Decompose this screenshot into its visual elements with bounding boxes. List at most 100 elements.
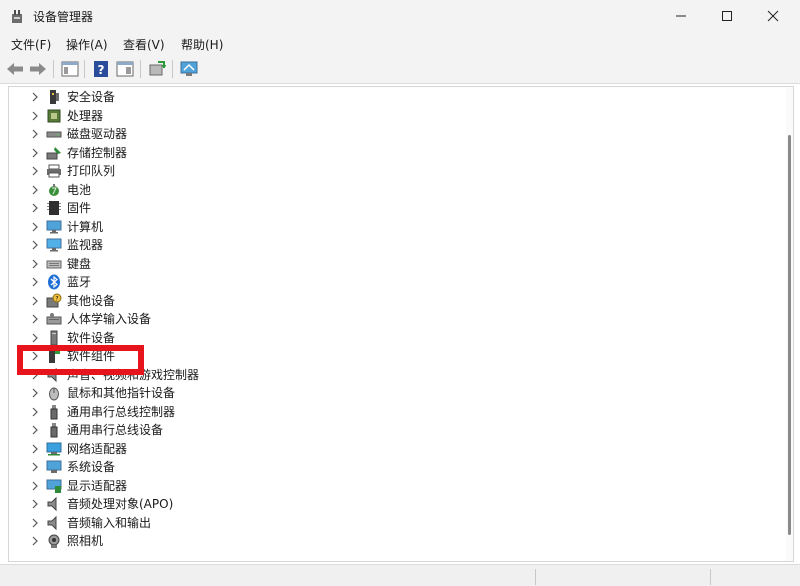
tree-node[interactable]: 监视器 bbox=[9, 236, 769, 254]
tree-node-label: 音频处理对象(APO) bbox=[67, 497, 174, 511]
highlight-annotation-box bbox=[17, 345, 144, 375]
tree-node[interactable]: 显示适配器 bbox=[9, 477, 769, 495]
scrollbar-thumb[interactable] bbox=[788, 135, 791, 535]
chevron-right-icon[interactable] bbox=[31, 499, 39, 509]
camera-icon bbox=[48, 534, 60, 548]
battery-icon bbox=[49, 183, 59, 196]
tree-node[interactable]: 蓝牙 bbox=[9, 273, 769, 291]
system-device-icon bbox=[46, 460, 62, 473]
chevron-right-icon[interactable] bbox=[31, 222, 39, 232]
chevron-right-icon[interactable] bbox=[31, 462, 39, 472]
tree-node[interactable]: 鼠标和其他指针设备 bbox=[9, 384, 769, 402]
chevron-right-icon[interactable] bbox=[31, 259, 39, 269]
menu-file[interactable]: 文件(F) bbox=[11, 36, 51, 53]
chevron-right-icon[interactable] bbox=[31, 148, 39, 158]
tree-node[interactable]: ? 其他设备 bbox=[9, 292, 769, 310]
usb-controller-icon bbox=[50, 404, 58, 419]
human-interface-icon bbox=[46, 313, 62, 325]
scan-hardware-button[interactable] bbox=[178, 58, 200, 80]
chevron-right-icon[interactable] bbox=[31, 111, 39, 121]
device-tree[interactable]: 安全设备处理器磁盘驱动器存储控制器打印队列电池固件 计算机 监视器键盘蓝牙? 其他设备… bbox=[8, 86, 794, 562]
tree-node[interactable]: 打印队列 bbox=[9, 162, 769, 180]
tree-node-label: 处理器 bbox=[67, 108, 104, 123]
tree-node-label: 人体学输入设备 bbox=[67, 312, 152, 326]
tree-node-label: 其他设备 bbox=[67, 293, 116, 308]
chevron-right-icon[interactable] bbox=[31, 185, 39, 195]
chevron-right-icon[interactable] bbox=[31, 92, 39, 102]
chevron-right-icon[interactable] bbox=[31, 536, 39, 546]
bluetooth-icon bbox=[48, 274, 60, 290]
display-adapter-icon bbox=[46, 479, 62, 493]
tree-node[interactable]: 固件 bbox=[9, 199, 769, 217]
vertical-scrollbar[interactable] bbox=[786, 87, 793, 561]
tree-node[interactable]: 通用串行总线设备 bbox=[9, 421, 769, 439]
svg-text:?: ? bbox=[98, 63, 105, 77]
close-button[interactable] bbox=[750, 0, 796, 32]
audio-io-icon bbox=[47, 515, 57, 530]
tree-node[interactable]: 网络适配器 bbox=[9, 440, 769, 458]
tree-node[interactable]: 音频输入和输出 bbox=[9, 514, 769, 532]
tree-node[interactable]: 音频处理对象(APO) bbox=[9, 495, 769, 513]
tree-node[interactable]: 照相机 bbox=[9, 532, 769, 550]
disk-drive-icon bbox=[46, 131, 62, 138]
maximize-icon bbox=[722, 11, 732, 21]
software-device-icon bbox=[50, 330, 58, 345]
tree-node[interactable]: 存储控制器 bbox=[9, 144, 769, 162]
tree-node-label: 电池 bbox=[67, 182, 92, 197]
tree-node[interactable]: 系统设备 bbox=[9, 458, 769, 476]
minimize-icon bbox=[676, 15, 686, 17]
chevron-right-icon[interactable] bbox=[31, 166, 39, 176]
properties-button[interactable] bbox=[59, 58, 81, 80]
tree-node-label: 键盘 bbox=[67, 256, 92, 271]
chevron-right-icon[interactable] bbox=[31, 407, 39, 417]
chevron-right-icon[interactable] bbox=[31, 314, 39, 324]
properties-panel-icon bbox=[61, 61, 79, 77]
tree-node[interactable]: 人体学输入设备 bbox=[9, 310, 769, 328]
chevron-right-icon[interactable] bbox=[31, 277, 39, 287]
tree-node-label: 磁盘驱动器 bbox=[67, 127, 128, 141]
chevron-right-icon[interactable] bbox=[31, 444, 39, 454]
status-separator bbox=[710, 569, 711, 585]
chevron-right-icon[interactable] bbox=[31, 388, 39, 398]
chevron-right-icon[interactable] bbox=[31, 481, 39, 491]
console-tree-button[interactable] bbox=[114, 58, 136, 80]
status-separator bbox=[535, 569, 536, 585]
tree-node[interactable]: 磁盘驱动器 bbox=[9, 125, 769, 143]
tree-node[interactable]: 键盘 bbox=[9, 255, 769, 273]
tree-node-label: 通用串行总线设备 bbox=[67, 423, 164, 437]
menu-view[interactable]: 查看(V) bbox=[123, 36, 165, 53]
tree-node[interactable]: 软件设备 bbox=[9, 329, 769, 347]
tree-node-label: 打印队列 bbox=[67, 164, 116, 178]
menu-action[interactable]: 操作(A) bbox=[66, 36, 108, 53]
forward-arrow-icon bbox=[30, 63, 46, 75]
tree-node[interactable]: 通用串行总线控制器 bbox=[9, 403, 769, 421]
menu-bar: 文件(F) 操作(A) 查看(V) 帮助(H) bbox=[0, 32, 800, 54]
chevron-right-icon[interactable] bbox=[31, 240, 39, 250]
chevron-right-icon[interactable] bbox=[31, 203, 39, 213]
svg-text:?: ? bbox=[55, 295, 58, 302]
tree-node[interactable]: 计算机 bbox=[9, 218, 769, 236]
chevron-right-icon[interactable] bbox=[31, 425, 39, 435]
help-button[interactable]: ? bbox=[90, 58, 112, 80]
toolbar: ? bbox=[0, 54, 800, 84]
back-button[interactable] bbox=[4, 58, 26, 80]
chevron-right-icon[interactable] bbox=[31, 296, 39, 306]
keyboard-icon bbox=[46, 260, 62, 268]
forward-button[interactable] bbox=[27, 58, 49, 80]
maximize-button[interactable] bbox=[704, 0, 750, 32]
tree-node-label: 安全设备 bbox=[67, 90, 116, 104]
tree-node[interactable]: 电池 bbox=[9, 181, 769, 199]
chevron-right-icon[interactable] bbox=[31, 129, 39, 139]
update-driver-icon bbox=[149, 61, 166, 76]
tree-node[interactable]: 处理器 bbox=[9, 107, 769, 125]
chevron-right-icon[interactable] bbox=[31, 333, 39, 343]
toolbar-separator bbox=[140, 60, 141, 78]
update-driver-button[interactable] bbox=[146, 58, 168, 80]
minimize-button[interactable] bbox=[658, 0, 704, 32]
tree-node[interactable]: 安全设备 bbox=[9, 88, 769, 106]
tree-node-label: 显示适配器 bbox=[67, 478, 128, 493]
processor-icon bbox=[47, 109, 61, 122]
menu-help[interactable]: 帮助(H) bbox=[181, 36, 223, 53]
firmware-icon bbox=[47, 201, 61, 215]
chevron-right-icon[interactable] bbox=[31, 518, 39, 528]
